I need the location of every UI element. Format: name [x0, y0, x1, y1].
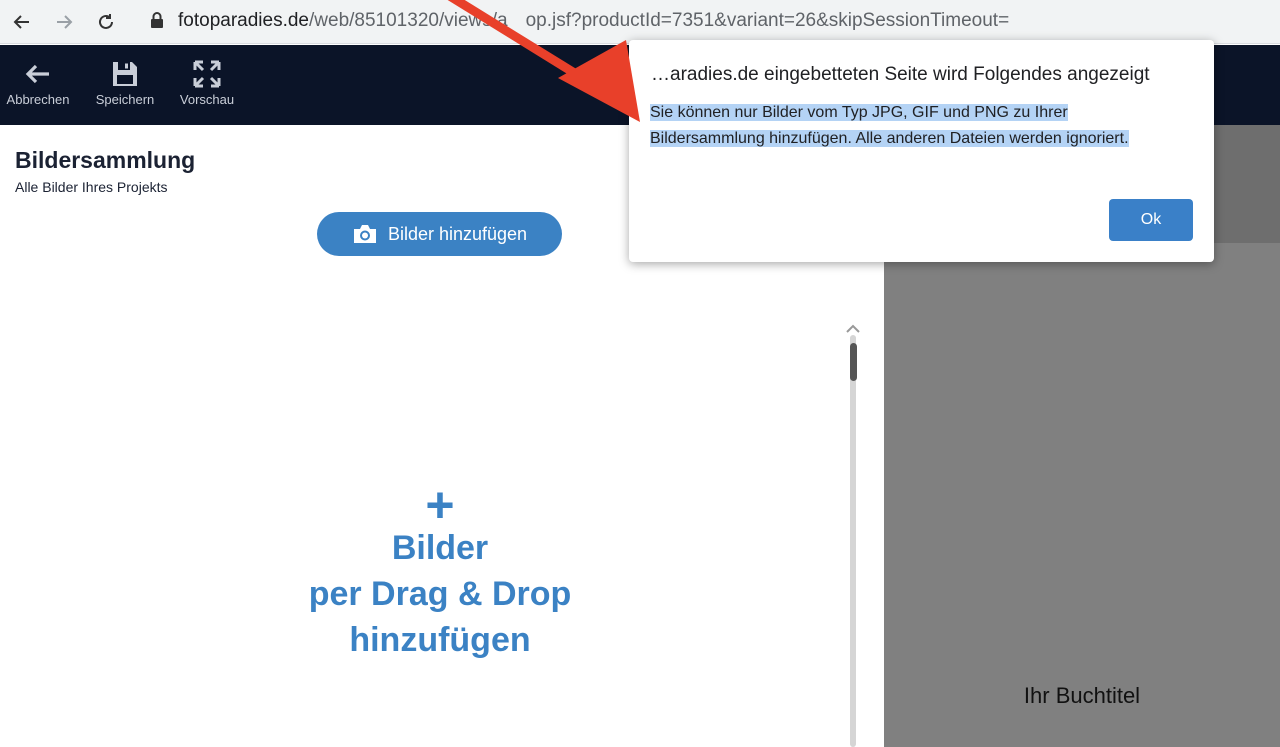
dialog-message: Sie können nur Bilder vom Typ JPG, GIF u… [650, 100, 1195, 152]
dialog-message-line-1: Sie können nur Bilder vom Typ JPG, GIF u… [650, 104, 1068, 121]
camera-icon [353, 225, 376, 243]
fullscreen-icon [193, 60, 221, 88]
back-button[interactable] [8, 8, 36, 36]
save-label: Speichern [95, 92, 155, 107]
forward-button[interactable] [50, 8, 78, 36]
preview-button[interactable]: Vorschau [167, 59, 247, 107]
book-title[interactable]: Ihr Buchtitel [884, 683, 1280, 709]
plus-icon: + [425, 477, 455, 533]
url-domain: fotoparadies.de [178, 10, 309, 31]
dialog-title: …aradies.de eingebetteten Seite wird Fol… [651, 64, 1150, 85]
red-arrow-icon [447, 0, 640, 122]
add-pictures-button[interactable]: Bilder hinzufügen [317, 212, 562, 256]
cancel-button[interactable]: Abbrechen [0, 59, 78, 107]
ok-button[interactable]: Ok [1109, 199, 1193, 241]
drop-line-2: per Drag & Drop [308, 575, 572, 613]
add-pictures-label: Bilder hinzufügen [387, 223, 528, 244]
scrollbar-track[interactable] [850, 335, 856, 747]
arrow-left-icon [13, 15, 29, 29]
drop-line-3: hinzufügen [349, 621, 531, 659]
arrow-left-icon [25, 64, 49, 84]
panel-title: Bildersammlung [15, 147, 196, 173]
floppy-disk-icon [113, 62, 137, 86]
drop-line-1: Bilder [391, 529, 489, 567]
chevron-up-icon[interactable] [845, 321, 861, 335]
alert-dialog: …aradies.de eingebetteten Seite wird Fol… [629, 40, 1214, 262]
reload-button[interactable] [92, 8, 120, 36]
dialog-message-line-2: Bildersammlung hinzufügen. Alle anderen … [650, 130, 1129, 147]
preview-label: Vorschau [179, 92, 235, 107]
arrow-right-icon [57, 15, 73, 29]
save-button[interactable]: Speichern [85, 59, 165, 107]
drop-zone[interactable]: + Bilder per Drag & Drop hinzufügen [290, 477, 590, 663]
scrollbar-thumb[interactable] [850, 343, 857, 381]
address-bar[interactable]: fotoparadies.de/web/85101320/views/a op.j… [136, 1, 1280, 39]
lock-icon [151, 12, 163, 28]
panel-subtitle: Alle Bilder Ihres Projekts [15, 179, 168, 195]
cancel-label: Abbrechen [6, 92, 70, 107]
reload-icon [99, 14, 113, 29]
